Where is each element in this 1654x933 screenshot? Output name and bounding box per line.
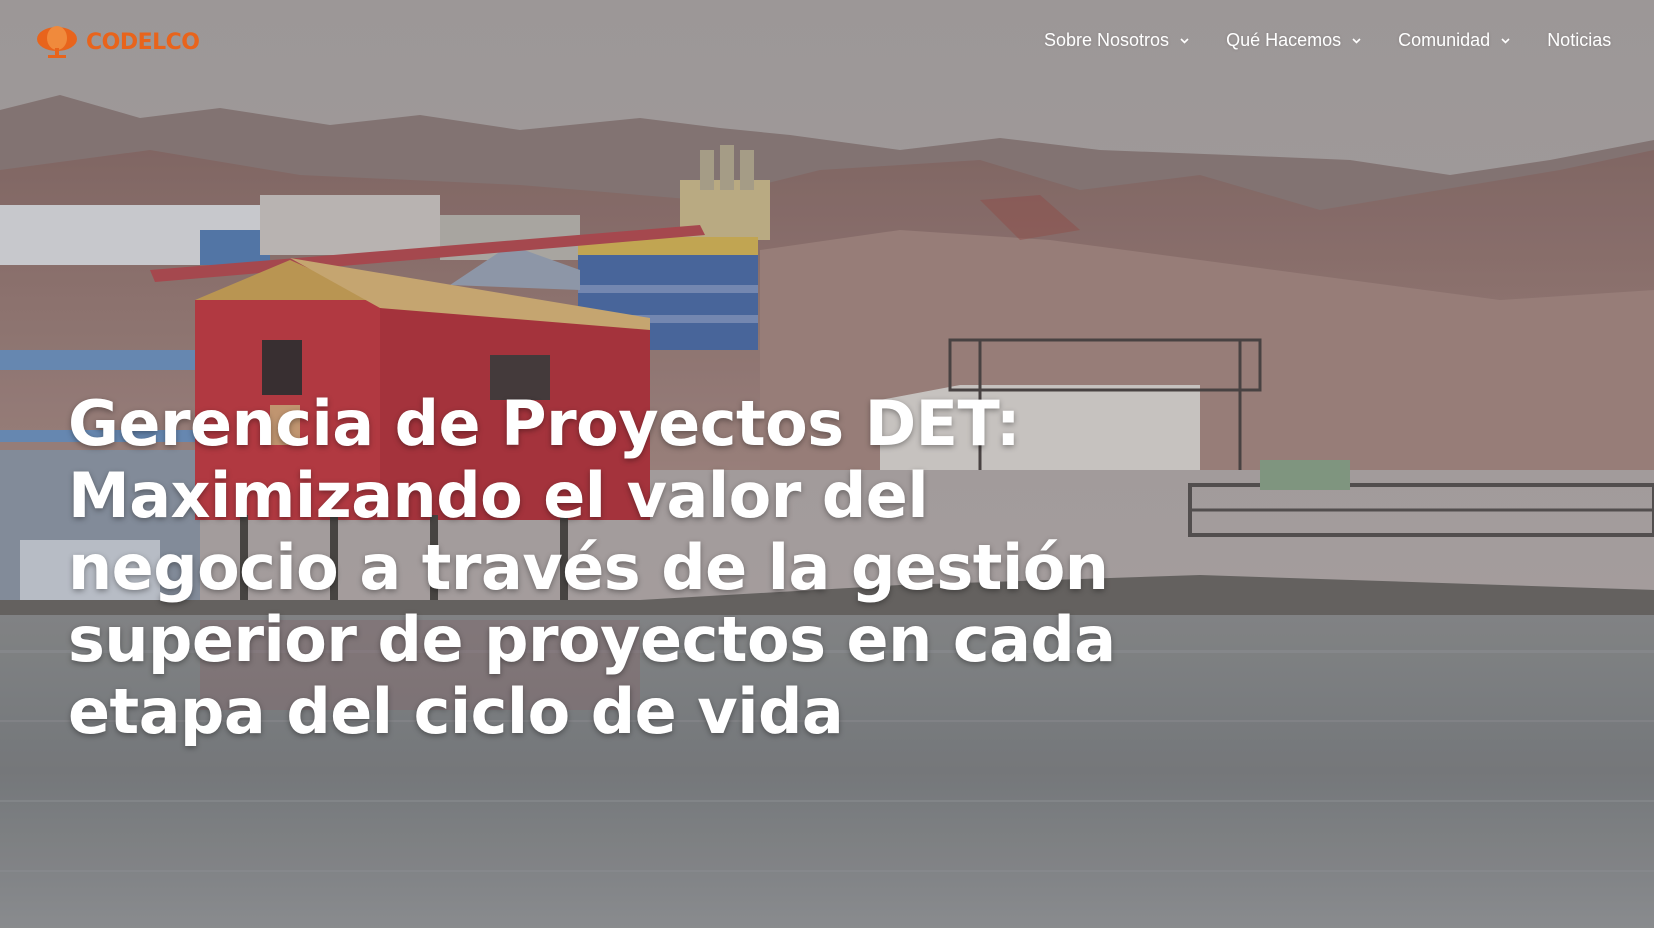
page-bottom-edge xyxy=(0,928,1654,933)
chevron-down-icon xyxy=(1501,38,1510,44)
headline-line: superior de proyectos en cada xyxy=(68,603,1116,676)
nav-item-que-hacemos[interactable]: Qué Hacemos xyxy=(1226,30,1362,51)
chevron-down-icon xyxy=(1180,38,1189,44)
chevron-down-icon xyxy=(1352,38,1361,44)
logo-text: CODELCO xyxy=(86,29,200,55)
hero-headline: Gerencia de Proyectos DET: Maximizando e… xyxy=(68,388,1168,748)
nav-item-comunidad[interactable]: Comunidad xyxy=(1398,30,1511,51)
codelco-copper-drop-icon xyxy=(37,26,77,58)
nav-item-label: Sobre Nosotros xyxy=(1044,30,1170,50)
hero-banner: CODELCO Sobre Nosotros Qué Hacemos Comun… xyxy=(0,0,1654,928)
nav-item-sobre-nosotros[interactable]: Sobre Nosotros xyxy=(1044,30,1190,51)
nav-item-label: Qué Hacemos xyxy=(1226,30,1342,50)
headline-line: Gerencia de Proyectos DET: xyxy=(68,387,1021,460)
codelco-logo[interactable]: CODELCO xyxy=(34,24,200,60)
nav-item-label: Comunidad xyxy=(1398,30,1491,50)
nav-item-noticias[interactable]: Noticias xyxy=(1547,30,1611,51)
main-navigation: Sobre Nosotros Qué Hacemos Comunidad Not… xyxy=(1044,30,1611,51)
headline-line: Maximizando el valor del xyxy=(68,459,929,532)
nav-item-label: Noticias xyxy=(1547,30,1612,50)
headline-line: etapa del ciclo de vida xyxy=(68,675,844,748)
headline-line: negocio a través de la gestión xyxy=(68,531,1109,604)
